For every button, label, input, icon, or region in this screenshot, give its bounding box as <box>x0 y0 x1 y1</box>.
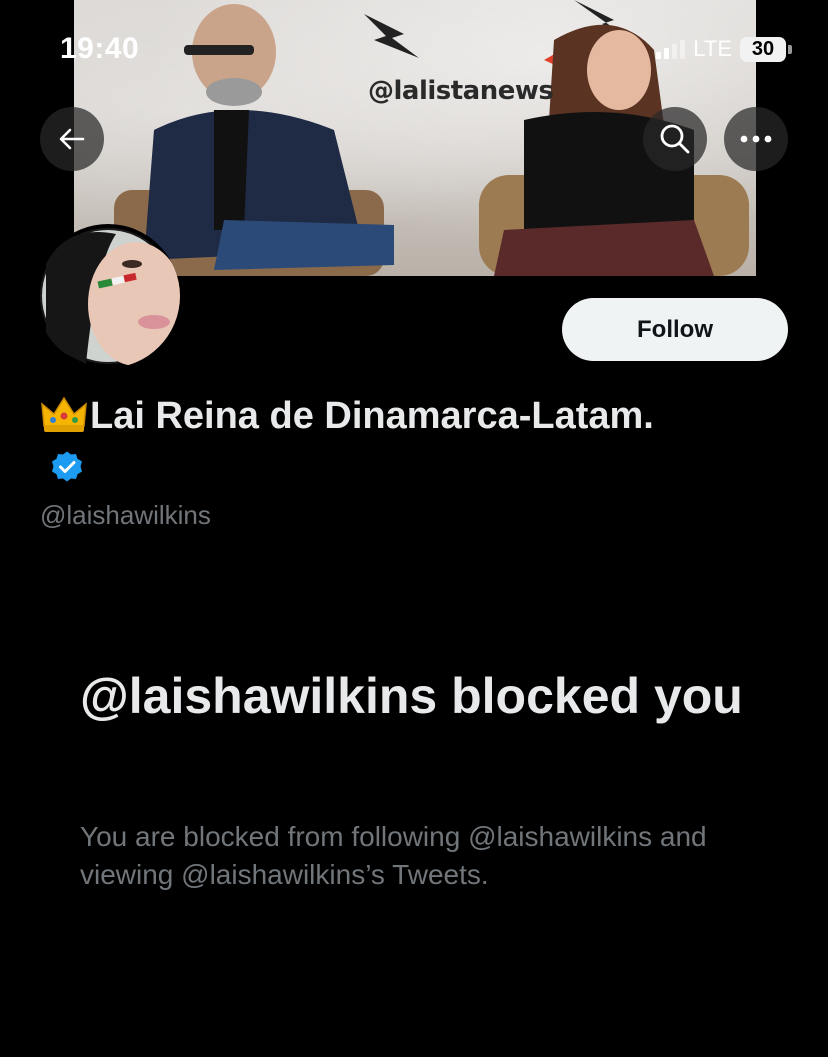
more-horizontal-icon <box>740 135 772 143</box>
search-icon <box>660 124 690 154</box>
arrow-left-icon <box>59 128 85 150</box>
avatar-photo <box>40 228 180 366</box>
blocked-title: @laishawilkins blocked you <box>80 668 743 724</box>
more-options-button[interactable] <box>724 107 788 171</box>
display-name-block: Lai Reina de Dinamarca-Latam. <box>40 390 660 494</box>
battery-level: 30 <box>740 36 786 62</box>
follow-button[interactable]: Follow <box>562 298 788 361</box>
search-button[interactable] <box>643 107 707 171</box>
banner-watermark: @lalistanews <box>368 76 554 106</box>
profile-handle: @laishawilkins <box>40 500 211 530</box>
signal-strength-icon <box>656 39 686 59</box>
back-button[interactable] <box>40 107 104 171</box>
status-time: 19:40 <box>60 32 140 65</box>
network-type: LTE <box>693 36 732 61</box>
battery-icon: 30 <box>740 36 792 62</box>
display-name: Lai Reina de Dinamarca-Latam. <box>90 395 654 437</box>
verified-badge-icon[interactable] <box>50 450 84 484</box>
crown-icon <box>41 396 87 432</box>
blocked-description: You are blocked from following @laishawi… <box>80 821 707 890</box>
avatar[interactable] <box>36 224 180 368</box>
status-indicators: LTE 30 <box>656 36 792 62</box>
